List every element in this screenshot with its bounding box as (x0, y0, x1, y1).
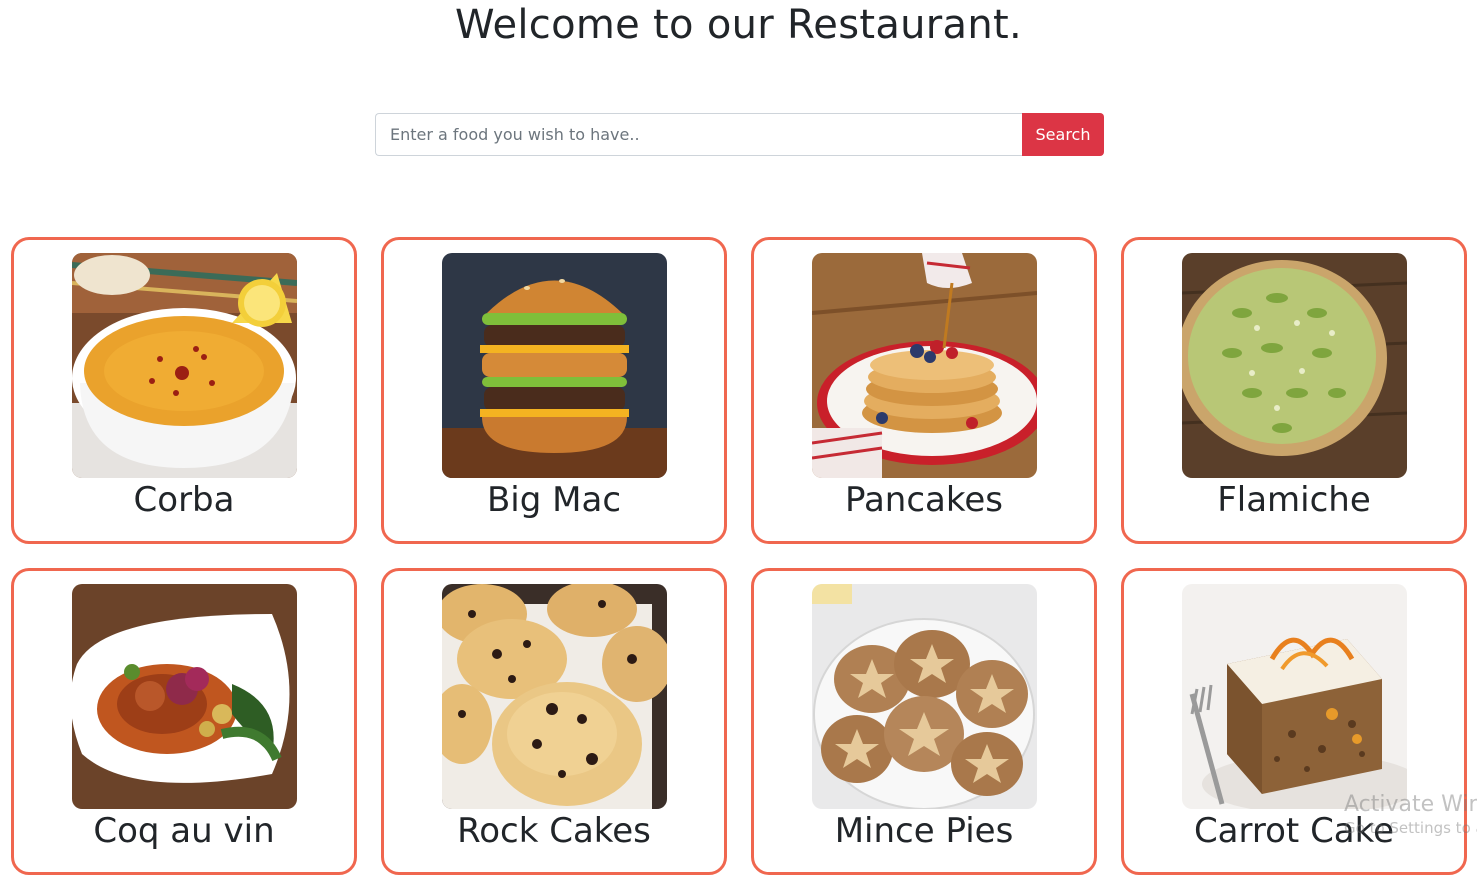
pancake-stack-image (812, 253, 1037, 478)
mince-pies-image (812, 584, 1037, 809)
food-name: Carrot Cake (1193, 811, 1395, 851)
soup-bowl-image (72, 253, 297, 478)
food-card[interactable]: Coq au vin (11, 568, 357, 875)
food-grid: Corba Big Mac Pancakes Flamiche Coq au v… (0, 0, 1477, 881)
food-name: Coq au vin (93, 811, 275, 851)
food-card[interactable]: Rock Cakes (381, 568, 727, 875)
food-card[interactable]: Corba (11, 237, 357, 544)
leek-tart-image (1182, 253, 1407, 478)
food-card[interactable]: Carrot Cake (1121, 568, 1467, 875)
food-name: Big Mac (486, 480, 622, 520)
burger-image (442, 253, 667, 478)
food-name: Flamiche (1217, 480, 1371, 520)
food-card[interactable]: Flamiche (1121, 237, 1467, 544)
food-card[interactable]: Mince Pies (751, 568, 1097, 875)
food-name: Rock Cakes (457, 811, 651, 851)
food-name: Corba (133, 480, 235, 520)
food-name: Mince Pies (834, 811, 1014, 851)
chicken-plate-image (72, 584, 297, 809)
carrot-cake-image (1182, 584, 1407, 809)
food-card[interactable]: Big Mac (381, 237, 727, 544)
food-name: Pancakes (845, 480, 1003, 520)
food-card[interactable]: Pancakes (751, 237, 1097, 544)
rock-cakes-image (442, 584, 667, 809)
